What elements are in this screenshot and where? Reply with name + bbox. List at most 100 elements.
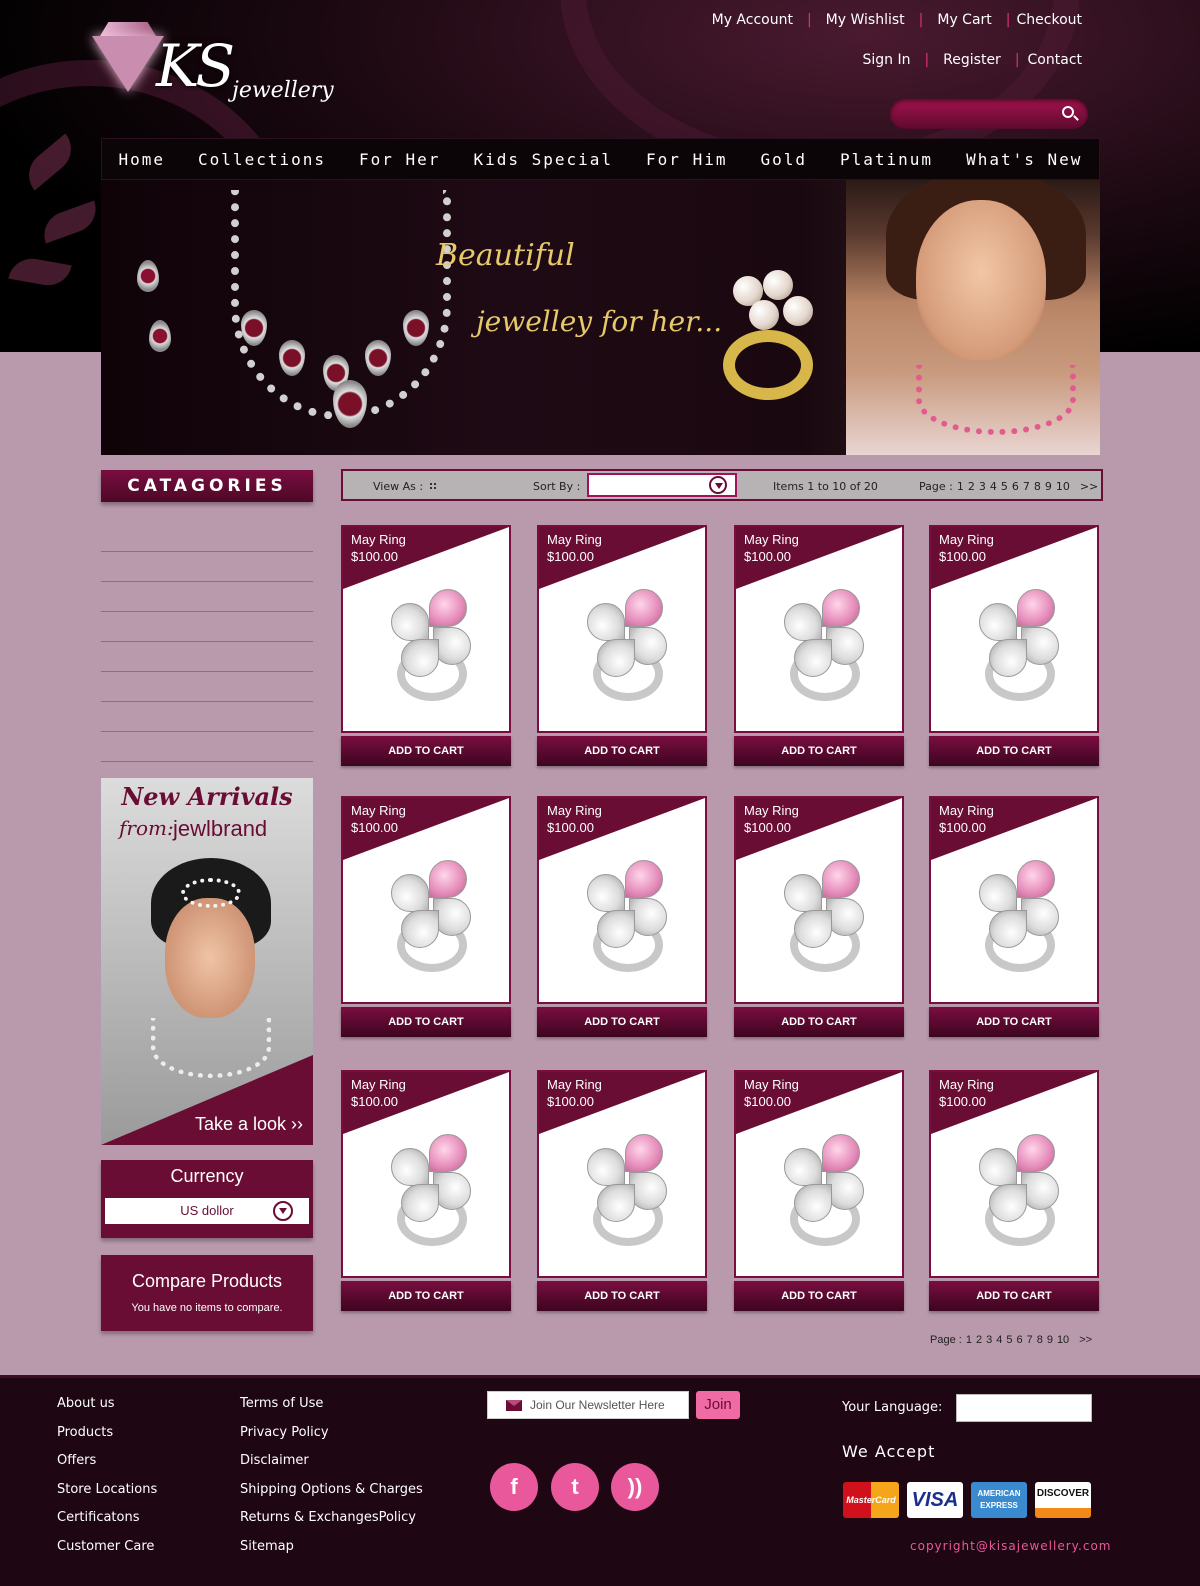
page-link[interactable]: 8 <box>1034 480 1041 493</box>
product-image-card[interactable]: May Ring $100.00 <box>341 796 511 1004</box>
product-card[interactable]: May Ring $100.00 ADD TO CART <box>734 525 904 771</box>
product-image-card[interactable]: May Ring $100.00 <box>341 525 511 733</box>
product-image-card[interactable]: May Ring $100.00 <box>537 796 707 1004</box>
page-link[interactable]: 9 <box>1045 480 1052 493</box>
page-link[interactable]: 6 <box>1016 1334 1022 1346</box>
add-to-cart-button[interactable]: ADD TO CART <box>929 1281 1099 1311</box>
page-link[interactable]: 10 <box>1056 480 1070 493</box>
search-input[interactable] <box>890 99 1088 129</box>
add-to-cart-button[interactable]: ADD TO CART <box>341 736 511 766</box>
product-card[interactable]: May Ring $100.00 ADD TO CART <box>537 525 707 771</box>
language-input[interactable] <box>956 1394 1092 1422</box>
category-item[interactable] <box>101 642 313 672</box>
my-cart-link[interactable]: My Cart <box>937 12 991 28</box>
my-account-link[interactable]: My Account <box>712 12 793 28</box>
footer-link-offers[interactable]: Offers <box>57 1447 157 1476</box>
product-card[interactable]: May Ring $100.00 ADD TO CART <box>929 525 1099 771</box>
page-link[interactable]: 5 <box>1001 480 1008 493</box>
page-link[interactable]: 9 <box>1047 1334 1053 1346</box>
category-item[interactable] <box>101 552 313 582</box>
chevron-down-icon[interactable] <box>709 476 727 494</box>
rss-icon[interactable]: )) <box>611 1463 659 1511</box>
footer-link-customer-care[interactable]: Customer Care <box>57 1533 157 1562</box>
category-item[interactable] <box>101 612 313 642</box>
next-page-link[interactable]: >> <box>1080 480 1098 493</box>
page-link[interactable]: 1 <box>957 480 964 493</box>
add-to-cart-button[interactable]: ADD TO CART <box>734 1281 904 1311</box>
hero-banner[interactable]: Beautiful jewelley for her... <box>101 180 1100 455</box>
category-item[interactable] <box>101 702 313 732</box>
join-button[interactable]: Join <box>696 1391 740 1419</box>
add-to-cart-button[interactable]: ADD TO CART <box>734 736 904 766</box>
category-item[interactable] <box>101 672 313 702</box>
product-image-card[interactable]: May Ring $100.00 <box>929 525 1099 733</box>
add-to-cart-button[interactable]: ADD TO CART <box>537 1281 707 1311</box>
footer-link-disclaimer[interactable]: Disclaimer <box>240 1447 423 1476</box>
nav-whats-new[interactable]: What's New <box>966 150 1082 169</box>
product-card[interactable]: May Ring $100.00 ADD TO CART <box>341 1070 511 1316</box>
product-image-card[interactable]: May Ring $100.00 <box>929 1070 1099 1278</box>
add-to-cart-button[interactable]: ADD TO CART <box>537 1007 707 1037</box>
footer-link-about[interactable]: About us <box>57 1390 157 1419</box>
footer-link-sitemap[interactable]: Sitemap <box>240 1533 423 1562</box>
grid-view-icon[interactable] <box>429 482 437 490</box>
add-to-cart-button[interactable]: ADD TO CART <box>341 1007 511 1037</box>
page-link[interactable]: 1 <box>966 1334 972 1346</box>
sort-select[interactable] <box>587 473 737 497</box>
category-item[interactable] <box>101 732 313 762</box>
page-link[interactable]: 5 <box>1006 1334 1012 1346</box>
page-link[interactable]: 8 <box>1037 1334 1043 1346</box>
chevron-down-icon[interactable] <box>273 1201 293 1221</box>
take-a-look-link[interactable]: Take a look ›› <box>195 1114 303 1135</box>
product-card[interactable]: May Ring $100.00 ADD TO CART <box>341 796 511 1042</box>
footer-link-privacy[interactable]: Privacy Policy <box>240 1419 423 1448</box>
register-link[interactable]: Register <box>943 52 1001 68</box>
twitter-icon[interactable]: t <box>551 1463 599 1511</box>
product-card[interactable]: May Ring $100.00 ADD TO CART <box>537 796 707 1042</box>
add-to-cart-button[interactable]: ADD TO CART <box>929 1007 1099 1037</box>
product-image-card[interactable]: May Ring $100.00 <box>341 1070 511 1278</box>
my-wishlist-link[interactable]: My Wishlist <box>826 12 905 28</box>
new-arrivals-promo[interactable]: New Arrivals from: jewlbrand Take a look… <box>101 778 313 1145</box>
nav-collections[interactable]: Collections <box>198 150 326 169</box>
product-image-card[interactable]: May Ring $100.00 <box>734 1070 904 1278</box>
product-image-card[interactable]: May Ring $100.00 <box>537 1070 707 1278</box>
checkout-link[interactable]: Checkout <box>1017 12 1083 28</box>
add-to-cart-button[interactable]: ADD TO CART <box>341 1281 511 1311</box>
page-link[interactable]: 2 <box>976 1334 982 1346</box>
product-card[interactable]: May Ring $100.00 ADD TO CART <box>734 1070 904 1316</box>
next-page-link[interactable]: >> <box>1079 1334 1092 1346</box>
search-icon[interactable] <box>1062 106 1074 118</box>
footer-link-returns[interactable]: Returns & ExchangesPolicy <box>240 1504 423 1533</box>
nav-gold[interactable]: Gold <box>760 150 807 169</box>
site-logo[interactable]: KS jewellery <box>92 22 334 112</box>
product-image-card[interactable]: May Ring $100.00 <box>537 525 707 733</box>
sign-in-link[interactable]: Sign In <box>862 52 910 68</box>
nav-platinum[interactable]: Platinum <box>840 150 933 169</box>
footer-link-certifications[interactable]: Certificatons <box>57 1504 157 1533</box>
product-card[interactable]: May Ring $100.00 ADD TO CART <box>537 1070 707 1316</box>
newsletter-input[interactable]: Join Our Newsletter Here <box>487 1391 689 1419</box>
add-to-cart-button[interactable]: ADD TO CART <box>734 1007 904 1037</box>
nav-home[interactable]: Home <box>119 150 166 169</box>
page-link[interactable]: 7 <box>1027 1334 1033 1346</box>
nav-for-her[interactable]: For Her <box>359 150 440 169</box>
product-card[interactable]: May Ring $100.00 ADD TO CART <box>734 796 904 1042</box>
contact-link[interactable]: Contact <box>1028 52 1082 68</box>
nav-for-him[interactable]: For Him <box>646 150 727 169</box>
nav-kids-special[interactable]: Kids Special <box>473 150 613 169</box>
page-link[interactable]: 7 <box>1023 480 1030 493</box>
facebook-icon[interactable]: f <box>490 1463 538 1511</box>
add-to-cart-button[interactable]: ADD TO CART <box>929 736 1099 766</box>
currency-select[interactable]: US dollor <box>103 1196 311 1226</box>
page-link[interactable]: 6 <box>1012 480 1019 493</box>
product-card[interactable]: May Ring $100.00 ADD TO CART <box>929 1070 1099 1316</box>
category-item[interactable] <box>101 522 313 552</box>
page-link[interactable]: 4 <box>996 1334 1002 1346</box>
footer-link-products[interactable]: Products <box>57 1419 157 1448</box>
product-card[interactable]: May Ring $100.00 ADD TO CART <box>341 525 511 771</box>
page-link[interactable]: 3 <box>986 1334 992 1346</box>
footer-link-terms[interactable]: Terms of Use <box>240 1390 423 1419</box>
footer-link-shipping[interactable]: Shipping Options & Charges <box>240 1476 423 1505</box>
product-image-card[interactable]: May Ring $100.00 <box>734 525 904 733</box>
